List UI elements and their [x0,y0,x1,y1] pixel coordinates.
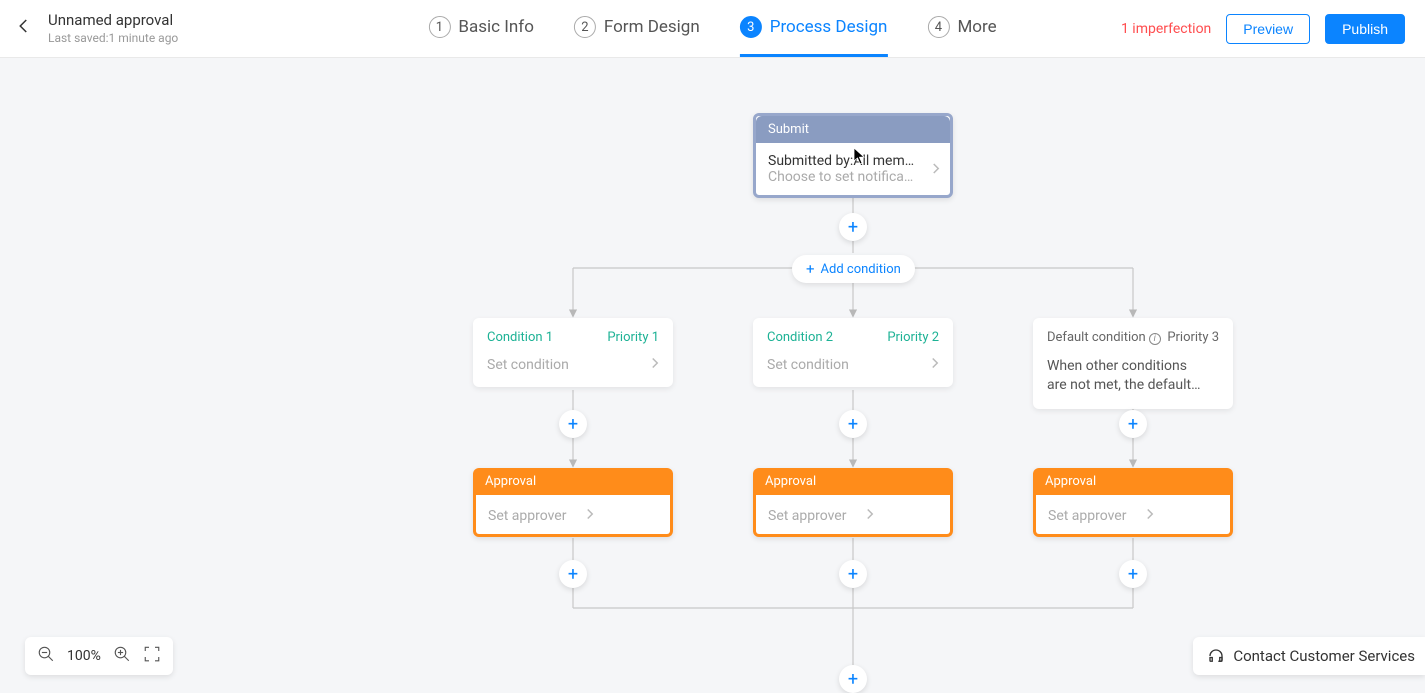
publish-button[interactable]: Publish [1325,14,1405,44]
approval-placeholder: Set approver [768,508,862,524]
approval-placeholder: Set approver [1048,508,1142,524]
condition-card-1[interactable]: Condition 1 Priority 1 Set condition [473,318,673,387]
tab-number: 3 [740,16,762,38]
condition-card-2[interactable]: Condition 2 Priority 2 Set condition [753,318,953,387]
tab-number: 4 [927,16,949,38]
zoom-value: 100% [67,648,101,664]
approval-node-2[interactable]: Approval Set approver [753,468,953,537]
condition-name: Condition 1 [487,330,553,345]
preview-button[interactable]: Preview [1226,14,1310,44]
headset-icon [1207,647,1225,665]
chevron-right-icon [866,505,874,524]
chevron-right-icon [586,505,594,524]
add-node-button[interactable]: + [839,560,867,588]
zoom-in-button[interactable] [113,645,131,667]
chevron-right-icon [1146,505,1154,524]
chevron-right-icon [931,357,939,373]
add-node-button[interactable]: + [559,410,587,438]
tab-number: 2 [574,16,596,38]
add-node-button[interactable]: + [559,560,587,588]
approval-body[interactable]: Set approver [473,495,673,537]
submit-notification-hint: Choose to set notifica… [768,169,938,185]
zoom-out-button[interactable] [37,645,55,667]
condition-header: Condition 2 Priority 2 [767,330,939,345]
approval-body[interactable]: Set approver [1033,495,1233,537]
approval-header: Approval [753,468,953,495]
add-condition-label: Add condition [821,262,901,277]
add-node-button[interactable]: + [1119,410,1147,438]
contact-label: Contact Customer Services [1233,647,1415,665]
tab-form-design[interactable]: 2 Form Design [574,0,700,57]
page-header: Unnamed approval Last saved:1 minute ago… [0,0,1425,58]
condition-header: Default conditioni Priority 3 [1047,330,1219,345]
condition-name: Condition 2 [767,330,833,345]
approval-header: Approval [1033,468,1233,495]
condition-header: Condition 1 Priority 1 [487,330,659,345]
add-node-button[interactable]: + [839,213,867,241]
submit-submitted-by: Submitted by:All mem… [768,153,938,169]
plus-icon: + [806,260,815,278]
add-condition-button[interactable]: + Add condition [792,255,915,283]
add-node-button[interactable]: + [1119,560,1147,588]
condition-body: When other conditions are not met, the d… [1047,357,1219,395]
chevron-left-icon [15,17,33,35]
info-icon[interactable]: i [1149,333,1161,345]
imperfection-count[interactable]: 1 imperfection [1121,21,1211,37]
submit-node[interactable]: Submit Submitted by:All mem… Choose to s… [753,113,953,198]
process-canvas[interactable]: Submit Submitted by:All mem… Choose to s… [0,58,1425,683]
approval-node-1[interactable]: Approval Set approver [473,468,673,537]
header-right: 1 imperfection Preview Publish [1121,14,1405,44]
add-node-button[interactable]: + [839,410,867,438]
chevron-right-icon [932,160,940,179]
add-node-button[interactable]: + [839,665,867,693]
condition-placeholder: Set condition [487,357,569,373]
condition-card-default[interactable]: Default conditioni Priority 3 When other… [1033,318,1233,409]
last-saved-text: Last saved:1 minute ago [48,31,178,45]
tab-more[interactable]: 4 More [927,0,996,57]
condition-placeholder: Set condition [767,357,849,373]
back-button[interactable] [15,17,33,39]
submit-node-header: Submit [756,116,950,143]
tab-label: More [957,17,996,37]
approval-node-3[interactable]: Approval Set approver [1033,468,1233,537]
condition-priority: Priority 2 [887,330,939,345]
condition-body[interactable]: Set condition [487,357,659,373]
tab-label: Basic Info [458,17,533,37]
tab-process-design[interactable]: 3 Process Design [740,0,888,57]
title-block: Unnamed approval Last saved:1 minute ago [48,11,178,45]
approval-placeholder: Set approver [488,508,582,524]
approval-header: Approval [473,468,673,495]
condition-name: Default conditioni [1047,330,1161,345]
fit-screen-button[interactable] [143,645,161,667]
tab-number: 1 [428,16,450,38]
condition-body[interactable]: Set condition [767,357,939,373]
condition-priority: Priority 1 [607,330,659,345]
page-title: Unnamed approval [48,11,178,29]
submit-node-body[interactable]: Submitted by:All mem… Choose to set noti… [756,143,950,195]
condition-description: When other conditions are not met, the d… [1047,358,1200,393]
tab-basic-info[interactable]: 1 Basic Info [428,0,533,57]
header-left: Unnamed approval Last saved:1 minute ago [15,11,315,45]
zoom-toolbar: 100% [25,637,173,675]
contact-support-button[interactable]: Contact Customer Services [1193,637,1425,675]
tab-label: Form Design [604,17,700,37]
tabs: 1 Basic Info 2 Form Design 3 Process Des… [428,0,996,57]
approval-body[interactable]: Set approver [753,495,953,537]
condition-priority: Priority 3 [1167,330,1219,345]
tab-label: Process Design [770,17,888,37]
chevron-right-icon [651,357,659,373]
